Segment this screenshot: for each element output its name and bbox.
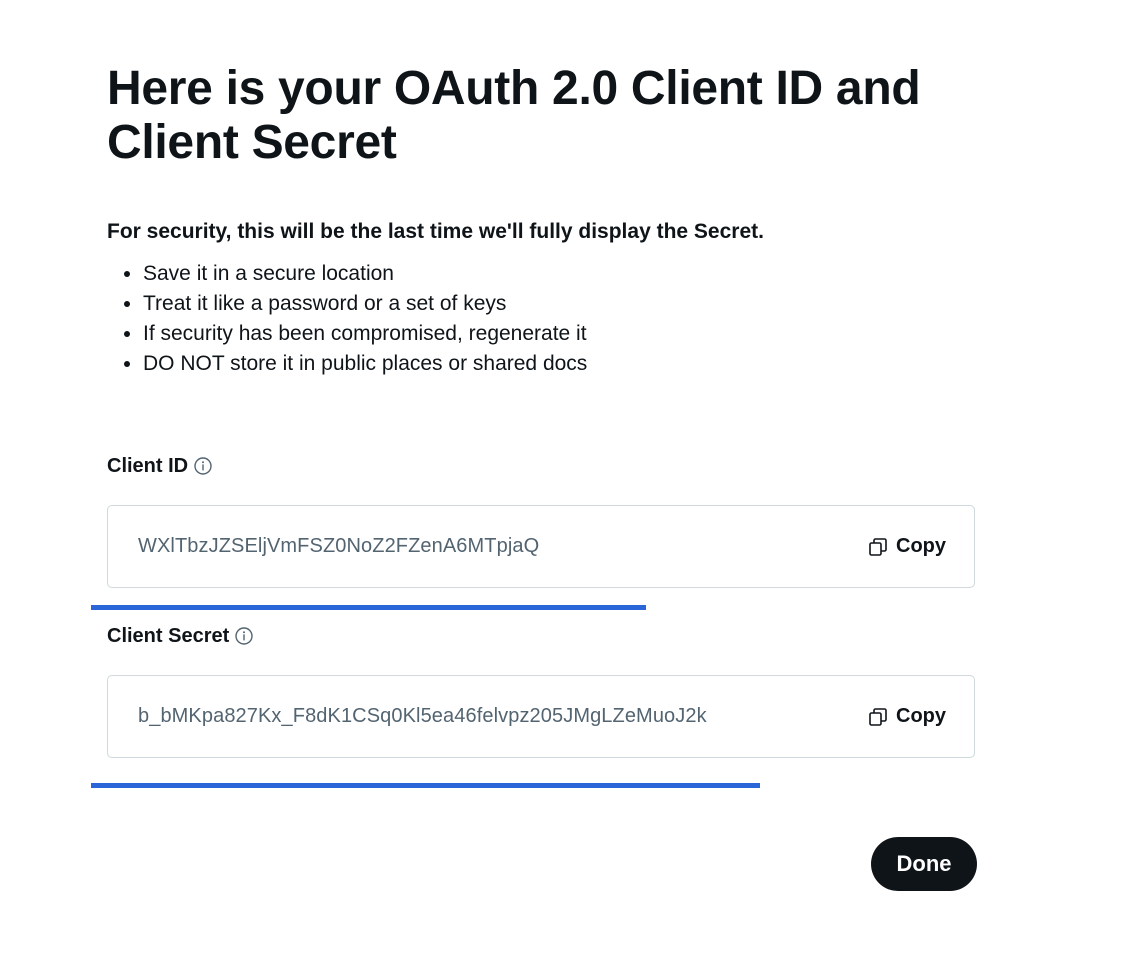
client-secret-label-row: Client Secret bbox=[107, 624, 253, 648]
info-circle-icon[interactable] bbox=[235, 627, 253, 645]
client-id-label-row: Client ID bbox=[107, 454, 212, 478]
client-id-label: Client ID bbox=[107, 455, 189, 477]
client-id-value: WXlTbzJZSEljVmFSZ0NoZ2FZenA6MTpjaQ bbox=[138, 535, 540, 557]
info-circle-icon[interactable] bbox=[194, 457, 212, 475]
list-item: DO NOT store it in public places or shar… bbox=[143, 349, 587, 379]
client-secret-value: b_bMKpa827Kx_F8dK1CSq0Kl5ea46felvpz205JM… bbox=[138, 705, 707, 727]
copy-label: Copy bbox=[896, 535, 946, 557]
security-tips-list: Save it in a secure location Treat it li… bbox=[107, 259, 587, 379]
highlight-underline bbox=[91, 605, 646, 610]
copy-icon bbox=[868, 537, 888, 557]
copy-client-id-button[interactable]: Copy bbox=[868, 535, 946, 558]
client-secret-field: b_bMKpa827Kx_F8dK1CSq0Kl5ea46felvpz205JM… bbox=[107, 675, 975, 758]
copy-label: Copy bbox=[896, 705, 946, 727]
copy-client-secret-button[interactable]: Copy bbox=[868, 705, 946, 728]
list-item: Save it in a secure location bbox=[143, 259, 587, 289]
list-item: If security has been compromised, regene… bbox=[143, 319, 587, 349]
done-button[interactable]: Done bbox=[871, 837, 977, 891]
list-item: Treat it like a password or a set of key… bbox=[143, 289, 587, 319]
highlight-underline bbox=[91, 783, 760, 788]
page-title: Here is your OAuth 2.0 Client ID and Cli… bbox=[107, 62, 921, 169]
copy-icon bbox=[868, 707, 888, 727]
client-secret-label: Client Secret bbox=[107, 625, 230, 647]
security-notice: For security, this will be the last time… bbox=[107, 220, 764, 243]
client-id-field: WXlTbzJZSEljVmFSZ0NoZ2FZenA6MTpjaQ Copy bbox=[107, 505, 975, 588]
